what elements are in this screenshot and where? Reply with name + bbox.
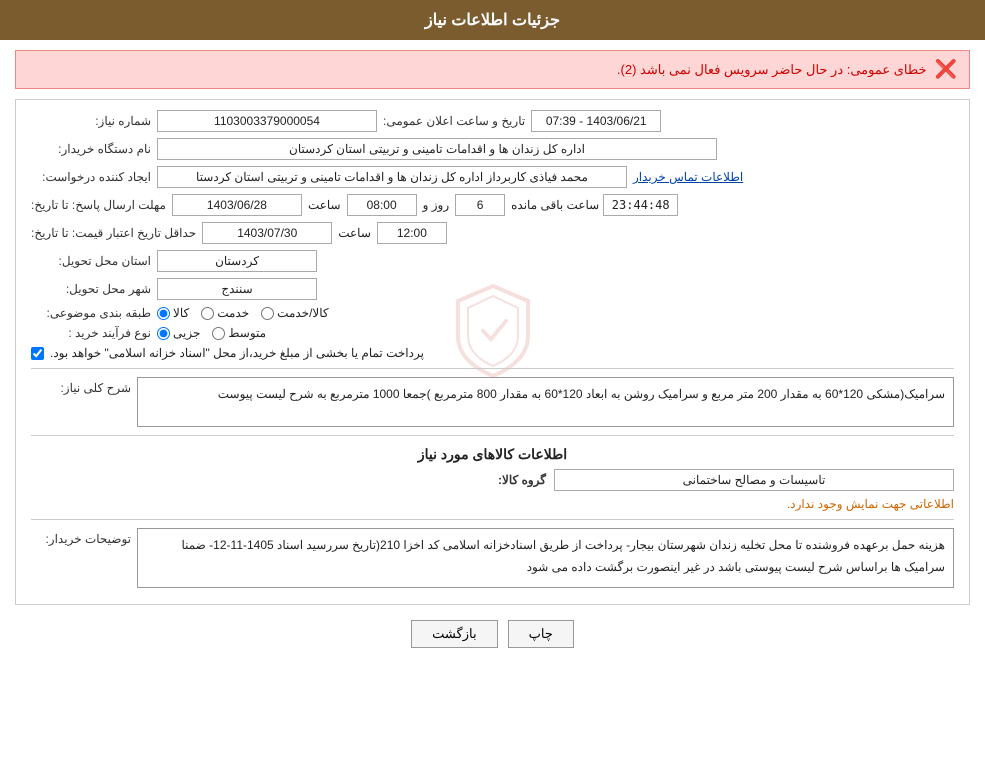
process-option-medium[interactable]: متوسط xyxy=(212,326,266,340)
payment-checkbox-row: پرداخت تمام یا بخشی از مبلغ خرید،از محل … xyxy=(31,346,424,360)
buyer-desc-value: هزینه حمل برعهده فروشنده تا محل تخلیه زن… xyxy=(137,528,954,588)
goods-group-label: گروه کالا: xyxy=(498,473,546,487)
creator-link[interactable]: اطلاعات تماس خریدار xyxy=(633,170,743,184)
type-option-goods[interactable]: کالا xyxy=(157,306,189,320)
row-city: سنندج شهر محل تحویل: xyxy=(31,278,954,300)
response-deadline-label: مهلت ارسال پاسخ: تا تاریخ: xyxy=(31,198,166,212)
process-radio-group: متوسط جزیی xyxy=(157,326,266,340)
row-creator: اطلاعات تماس خریدار محمد فیاذی کاربرداز … xyxy=(31,166,954,188)
buyer-org-value: اداره کل زندان ها و اقدامات تامینی و ترب… xyxy=(157,138,717,160)
type-option-goods-label: کالا xyxy=(173,306,189,320)
city-label: شهر محل تحویل: xyxy=(31,282,151,296)
row-type: کالا/خدمت خدمت کالا طبقه بندی موضوعی: xyxy=(31,306,954,320)
back-button[interactable]: بازگشت xyxy=(411,620,497,648)
row-province: کردستان استان محل تحویل: xyxy=(31,250,954,272)
need-number-label: شماره نیاز: xyxy=(31,114,151,128)
response-day-value: 6 xyxy=(455,194,505,216)
divider-1 xyxy=(31,368,954,369)
process-radio-partial[interactable] xyxy=(157,327,170,340)
announce-date-label: تاریخ و ساعت اعلان عمومی: xyxy=(383,114,525,128)
main-form: AriaTender AriaTender .net 1403/06/21 - … xyxy=(15,99,970,605)
divider-3 xyxy=(31,519,954,520)
province-value: کردستان xyxy=(157,250,317,272)
creator-label: ایجاد کننده درخواست: xyxy=(31,170,151,184)
creator-value: محمد فیاذی کاربرداز اداره کل زندان ها و … xyxy=(157,166,627,188)
type-radio-goods[interactable] xyxy=(157,307,170,320)
row-price-valid: 12:00 ساعت 1403/07/30 حداقل تاریخ اعتبار… xyxy=(31,222,954,244)
type-option-goods-service-label: کالا/خدمت xyxy=(277,306,328,320)
row-payment: پرداخت تمام یا بخشی از مبلغ خرید،از محل … xyxy=(31,346,954,360)
announce-date-value: 1403/06/21 - 07:39 xyxy=(531,110,661,132)
response-date-value: 1403/06/28 xyxy=(172,194,302,216)
response-day-label: روز و xyxy=(423,198,450,212)
row-response-deadline: 23:44:48 ساعت باقی مانده 6 روز و 08:00 س… xyxy=(31,194,954,216)
price-valid-time-label: ساعت xyxy=(338,226,371,240)
type-option-service-label: خدمت xyxy=(217,306,249,320)
footer-buttons: چاپ بازگشت xyxy=(0,620,985,648)
remaining-time-label: ساعت باقی مانده xyxy=(511,198,599,212)
goods-group-value: تاسیسات و مصالح ساختمانی xyxy=(554,469,954,491)
city-value: سنندج xyxy=(157,278,317,300)
process-option-medium-label: متوسط xyxy=(228,326,266,340)
price-valid-date: 1403/07/30 xyxy=(202,222,332,244)
row-buyer-org: اداره کل زندان ها و اقدامات تامینی و ترب… xyxy=(31,138,954,160)
error-banner: ❌ خطای عمومی: در حال حاضر سرویس فعال نمی… xyxy=(15,50,970,89)
divider-2 xyxy=(31,435,954,436)
type-option-service[interactable]: خدمت xyxy=(201,306,249,320)
response-time-label: ساعت xyxy=(308,198,341,212)
type-label: طبقه بندی موضوعی: xyxy=(31,306,151,320)
need-number-value: 1103003379000054 xyxy=(157,110,377,132)
process-option-partial[interactable]: جزیی xyxy=(157,326,200,340)
process-option-partial-label: جزیی xyxy=(173,326,200,340)
row-buyer-desc: هزینه حمل برعهده فروشنده تا محل تخلیه زن… xyxy=(31,528,954,588)
row-process: متوسط جزیی نوع فرآیند خرید : xyxy=(31,326,954,340)
buyer-desc-label: توضیحات خریدار: xyxy=(31,528,131,546)
page-header: جزئیات اطلاعات نیاز xyxy=(0,0,985,40)
type-radio-service[interactable] xyxy=(201,307,214,320)
type-option-goods-service[interactable]: کالا/خدمت xyxy=(261,306,328,320)
remaining-time-value: 23:44:48 xyxy=(603,194,678,216)
no-info-text: اطلاعاتی جهت نمایش وجود ندارد. xyxy=(31,497,954,511)
payment-checkbox[interactable] xyxy=(31,347,44,360)
process-label: نوع فرآیند خرید : xyxy=(31,326,151,340)
type-radio-group: کالا/خدمت خدمت کالا xyxy=(157,306,329,320)
row-need-number: 1403/06/21 - 07:39 تاریخ و ساعت اعلان عم… xyxy=(31,110,954,132)
description-label: شرح کلی نیاز: xyxy=(31,377,131,395)
province-label: استان محل تحویل: xyxy=(31,254,151,268)
error-icon: ❌ xyxy=(935,59,957,80)
description-value: سرامیک(مشکی 120*60 به مقدار 200 متر مربع… xyxy=(137,377,954,427)
row-description: سرامیک(مشکی 120*60 به مقدار 200 متر مربع… xyxy=(31,377,954,427)
response-time-value: 08:00 xyxy=(347,194,417,216)
payment-checkbox-label: پرداخت تمام یا بخشی از مبلغ خرید،از محل … xyxy=(50,346,424,360)
print-button[interactable]: چاپ xyxy=(508,620,574,648)
row-goods-group: تاسیسات و مصالح ساختمانی گروه کالا: xyxy=(31,469,954,491)
price-valid-label: حداقل تاریخ اعتبار قیمت: تا تاریخ: xyxy=(31,226,196,240)
process-radio-medium[interactable] xyxy=(212,327,225,340)
error-message: خطای عمومی: در حال حاضر سرویس فعال نمی ب… xyxy=(617,62,927,78)
buyer-org-label: نام دستگاه خریدار: xyxy=(31,142,151,156)
price-valid-time: 12:00 xyxy=(377,222,447,244)
remaining-time-group: 23:44:48 ساعت باقی مانده xyxy=(511,194,678,216)
page-title: جزئیات اطلاعات نیاز xyxy=(425,12,560,29)
type-radio-goods-service[interactable] xyxy=(261,307,274,320)
goods-info-title: اطلاعات کالاهای مورد نیاز xyxy=(31,446,954,463)
